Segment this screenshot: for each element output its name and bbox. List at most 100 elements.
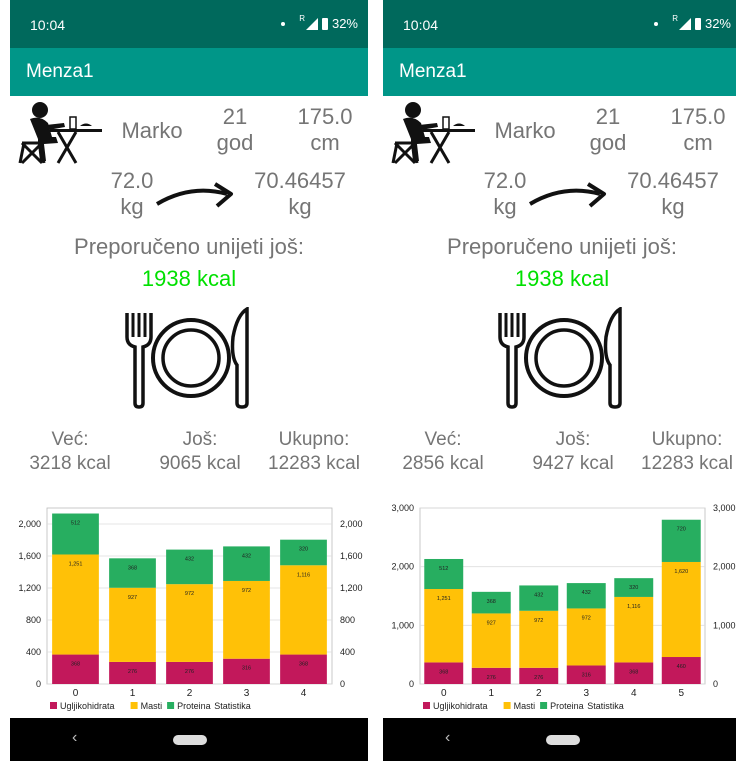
target-value: 70.46457 [254,168,346,193]
user-age: 21 god [205,104,265,156]
legend-label: Ugljikohidrata [60,701,115,711]
roaming-label: R [299,14,305,23]
phone-screen-right: 10:04 R 32% Menza1 Marko 21 god 175.0 cm… [383,0,736,761]
bar-value-label: 972 [582,615,591,621]
x-tick-label: 3 [244,688,250,699]
age-value: 21 [595,104,621,129]
arrow-right-icon [155,182,233,208]
bar-segment-masti [280,565,327,655]
target-weight: 70.46457 kg [240,168,360,220]
stat-already-value: 2856 kcal [402,453,484,474]
home-pill-icon[interactable] [173,735,207,745]
y-tick-label: 1,000 [391,620,414,630]
battery-percent: 32% [704,16,731,31]
stat-already-label: Već: [51,429,89,450]
bar-value-label: 368 [71,662,80,668]
x-tick-label: 0 [441,688,447,699]
navigation-bar: ‹ [10,718,368,761]
right-tick-label: 2,000 [713,562,736,572]
right-tick-label: 400 [340,647,355,657]
y-tick-label: 0 [36,679,41,689]
legend-swatch [50,702,57,709]
target-unit: kg [661,194,685,219]
legend-swatch [130,702,138,709]
bar-value-label: 368 [439,669,448,675]
y-tick-label: 400 [26,647,41,657]
y-tick-label: 1,200 [18,583,41,593]
target-value: 70.46457 [627,168,719,193]
plate-cutlery-icon[interactable] [492,307,632,409]
navigation-bar: ‹ [383,718,736,761]
notification-dot-icon [281,21,286,26]
back-icon[interactable]: ‹ [72,729,77,747]
right-tick-label: 0 [340,679,345,689]
bar-value-label: 320 [629,585,638,591]
app-bar: Menza1 [10,48,368,96]
right-tick-label: 0 [713,679,718,689]
bar-value-label: 368 [629,669,638,675]
stat-remaining-value: 9427 kcal [532,453,614,474]
bar-segment-ugljikohidrata [52,654,99,684]
legend-label: Ugljikohidrata [433,701,488,711]
age-unit: god [589,130,627,155]
phone-screen-left: 10:04 R 32% Menza1 Marko 21 god 175.0 cm… [10,0,368,761]
bar-value-label: 927 [487,620,496,626]
stat-remaining: Još: 9427 kcal [523,428,623,476]
back-icon[interactable]: ‹ [445,729,450,747]
recommend-label: Preporučeno unijeti još: [74,234,304,259]
bar-value-label: 368 [299,662,308,668]
height-value: 175.0 [297,104,353,129]
user-name: Marko [494,118,556,143]
bar-value-label: 276 [185,669,194,675]
legend-extra-label: Statistika [587,701,624,711]
bar-segment-ugljikohidrata [280,654,327,684]
bar-segment-masti [661,561,701,658]
bar-value-label: 320 [299,547,308,553]
bar-segment-ugljikohidrata [661,657,701,684]
stat-total: Ukupno: 12283 kcal [633,428,736,476]
arrow-right-icon [528,182,606,208]
user-height: 175.0 cm [658,104,736,156]
x-tick-label: 3 [583,688,589,699]
stat-total-label: Ukupno: [651,429,723,450]
bar-value-label: 276 [487,675,496,681]
stat-remaining-label: Još: [555,429,591,450]
battery-icon [321,17,328,30]
stat-total-value: 12283 kcal [641,453,733,474]
x-tick-label: 0 [73,688,79,699]
x-tick-label: 4 [631,688,637,699]
legend-label: Masti [141,701,163,711]
battery-percent: 32% [331,16,358,31]
x-tick-label: 2 [187,688,193,699]
bar-value-label: 368 [487,599,496,605]
stat-remaining-label: Još: [182,429,218,450]
home-pill-icon[interactable] [546,735,580,745]
y-tick-label: 1,600 [18,551,41,561]
status-icons: R 32% [281,14,358,31]
status-time: 10:04 [403,17,439,33]
app-title: Menza1 [26,61,94,82]
plate-cutlery-icon[interactable] [119,307,259,409]
notification-dot-icon [654,21,659,26]
signal-icon [678,17,691,30]
right-tick-label: 3,000 [713,503,736,513]
status-icons: R 32% [654,14,731,31]
bar-value-label: 972 [534,618,543,624]
bar-value-label: 1,251 [437,596,451,602]
x-tick-label: 4 [301,688,307,699]
roaming-label: R [672,14,678,23]
bar-value-label: 512 [71,521,80,527]
nutrition-bar-chart[interactable]: 0 0 400 400 800 800 1,200 1,200 1,600 1,600 2,000 2… [10,500,368,718]
bar-value-label: 927 [128,595,137,601]
bar-segment-proteina [223,546,270,581]
legend-extra-label: Statistika [214,701,251,711]
bar-segment-masti [52,554,99,655]
bar-value-label: 1,116 [297,572,310,578]
bar-value-label: 1,116 [627,604,640,610]
nutrition-bar-chart[interactable]: 0 0 1,000 1,000 2,000 2,000 3,000 3,000 368 1,251… [383,500,736,718]
stat-remaining: Još: 9065 kcal [150,428,250,476]
stat-total: Ukupno: 12283 kcal [260,428,368,476]
recommend-kcal: 1938 kcal [141,266,237,291]
stat-remaining-value: 9065 kcal [159,453,241,474]
legend-swatch [167,702,175,709]
